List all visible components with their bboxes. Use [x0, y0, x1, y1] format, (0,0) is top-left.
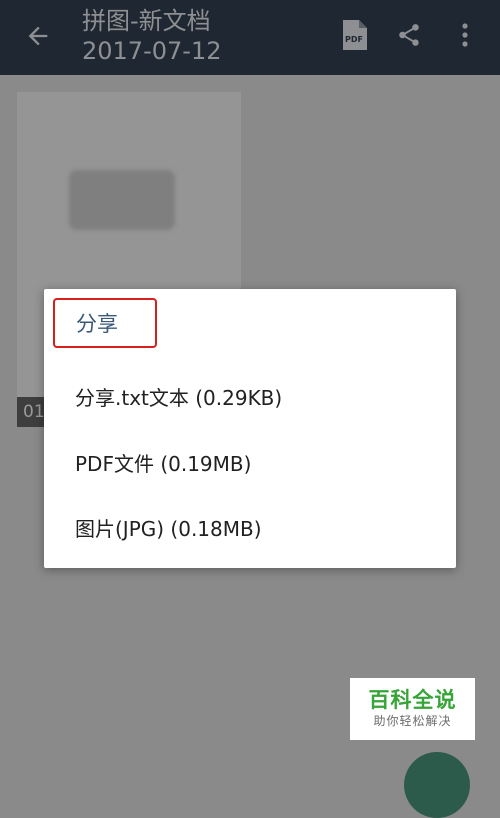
watermark-title: 百科全说	[368, 688, 457, 712]
share-jpg-option[interactable]: 图片(JPG) (0.18MB)	[44, 495, 456, 559]
watermark-subtitle: 助你轻松解决	[373, 714, 452, 728]
share-pdf-option[interactable]: PDF文件 (0.19MB)	[44, 430, 456, 494]
watermark-logo: 百科全说 助你轻松解决	[350, 678, 475, 740]
export-pdf-button[interactable]: PDF	[332, 14, 376, 60]
share-button[interactable]	[387, 14, 431, 60]
thumbnail-image	[69, 170, 175, 230]
dialog-title: 分享	[53, 298, 157, 348]
pdf-icon: PDF	[341, 20, 367, 54]
app-bar: 拼图-新文档 2017-07-12 PDF	[0, 0, 500, 75]
share-txt-option[interactable]: 分享.txt文本 (0.29KB)	[44, 364, 456, 428]
document-date: 2017-07-12	[82, 37, 222, 65]
document-title: 拼图-新文档	[82, 7, 211, 35]
title-block: 拼图-新文档 2017-07-12	[82, 6, 221, 66]
share-dialog: 分享 分享.txt文本 (0.29KB) PDF文件 (0.19MB) 图片(J…	[44, 289, 456, 568]
more-vert-icon	[461, 22, 469, 52]
arrow-left-icon	[24, 22, 52, 54]
share-icon	[396, 22, 422, 52]
pdf-icon-text: PDF	[345, 35, 363, 44]
floating-action-button[interactable]	[404, 752, 470, 818]
more-options-button[interactable]	[443, 14, 487, 60]
back-button[interactable]	[14, 16, 62, 60]
